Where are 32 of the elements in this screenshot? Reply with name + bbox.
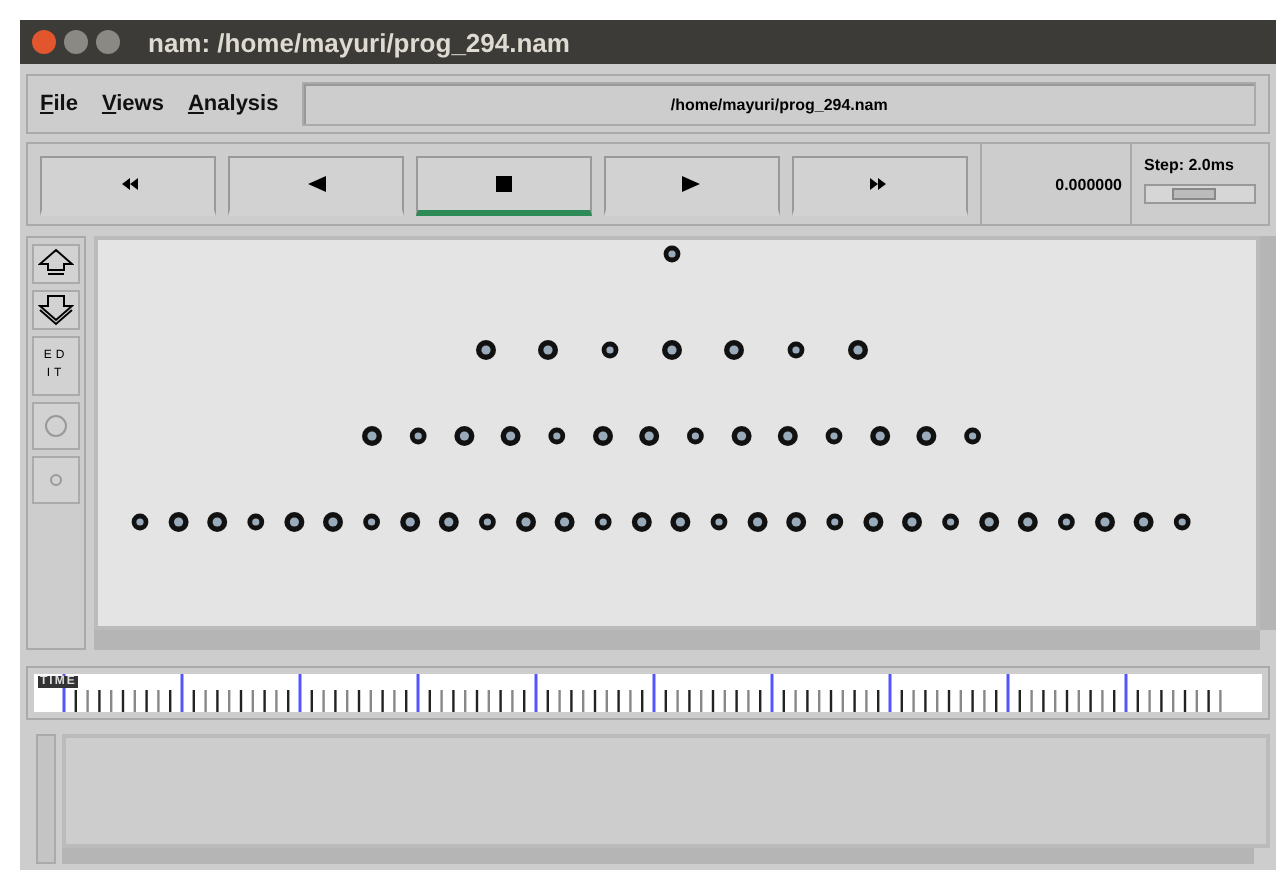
menu-item[interactable]: Views [101,92,164,116]
forward-icon [869,175,891,193]
file-path-label: /home/mayuri/prog_294.nam [302,82,1256,126]
circle-icon [50,474,62,486]
play-backward-button[interactable] [228,156,404,216]
rewind-icon [117,175,139,193]
time-readout: 0.000000 [980,144,1132,224]
zoom-in-icon [38,248,74,280]
stop-icon [493,175,515,193]
back-icon [305,175,327,193]
tool-button[interactable] [32,290,80,330]
zoom-out-icon [38,294,74,326]
horizontal-scrollbar[interactable] [94,630,1260,650]
minimize-button[interactable] [64,30,88,54]
vertical-scrollbar[interactable] [36,734,56,864]
window-title: nam: /home/mayuri/prog_294.nam [148,27,570,57]
step-label: Step: 2.0ms [1144,156,1236,174]
horizontal-scrollbar[interactable] [62,848,1254,864]
tool-button[interactable] [32,244,80,284]
stop-button[interactable] [416,156,592,216]
fast-forward-button[interactable] [792,156,968,216]
rewind-button[interactable] [40,156,216,216]
menu-item[interactable]: File [40,92,78,116]
maximize-button[interactable] [96,30,120,54]
circle-icon [44,414,68,438]
slider-thumb[interactable] [1172,188,1217,200]
menu-item[interactable]: Analysis [187,92,279,116]
close-button[interactable] [32,30,56,54]
vertical-scrollbar[interactable] [1260,236,1276,630]
step-slider[interactable] [1144,184,1256,204]
play-button[interactable] [604,156,780,216]
play-icon [681,175,703,193]
